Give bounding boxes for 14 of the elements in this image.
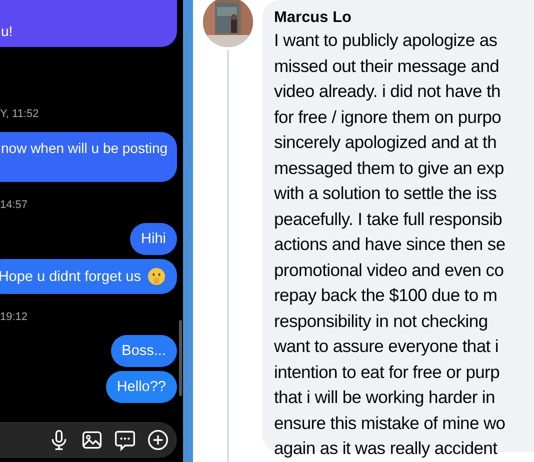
message-bubble: Boss... [110,335,177,367]
plus-icon[interactable] [147,429,169,451]
message-bubble: Hihi [130,223,177,255]
comment-author[interactable]: Marcus Lo [274,8,352,28]
timestamp: 14:57 [0,199,28,211]
message-bubble: now when will u be posting [0,132,177,182]
message-bubble: u! [0,0,177,47]
message-input-bar[interactable] [0,422,177,458]
chat-icon[interactable] [114,429,136,451]
message-bubble: Hello?? [106,371,177,403]
comment-text: I want to publicly apologize as missed out their message and video already. i did not have th for free / ignore them on purpo sincerely apologized and at th messaged them to give an exp with a solution to settle the iss peacefully. I take full responsib actions and have since then se promotional video and even co repay back the $100 due to m responsibility in not checking want to assure everyone that i intention to eat for free or purp that i will be working harder in ensure this mistake of mine wo again as it was really accident [274,29,506,460]
timestamp: Y, 11:52 [0,108,39,120]
image-icon[interactable] [81,429,103,451]
timestamp: 19:12 [0,311,28,323]
